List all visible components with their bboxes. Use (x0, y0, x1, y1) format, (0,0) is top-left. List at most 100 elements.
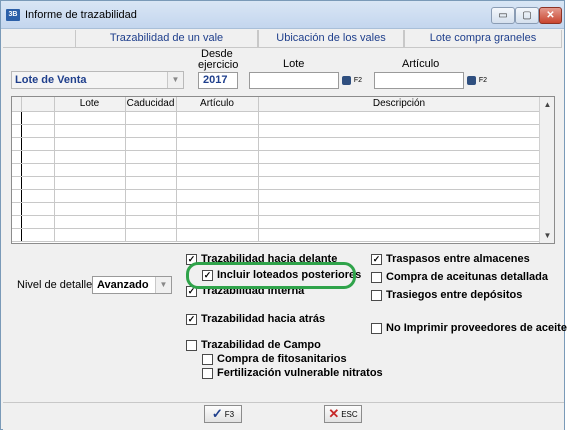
scroll-down-icon[interactable]: ▼ (540, 228, 554, 243)
table-cell[interactable] (258, 202, 541, 216)
lote-search-button[interactable]: F2 (341, 73, 363, 89)
table-cell[interactable] (54, 163, 126, 177)
tab-ubicacion-vales[interactable]: Ubicación de los vales (258, 30, 404, 48)
table-cell[interactable] (125, 111, 177, 125)
scroll-up-icon[interactable]: ▲ (540, 97, 554, 112)
table-cell[interactable] (54, 228, 126, 242)
checkbox-box[interactable] (202, 367, 213, 379)
table-row[interactable] (12, 163, 541, 177)
table-cell[interactable] (176, 189, 259, 203)
tab-trazabilidad-vale[interactable]: Trazabilidad de un vale (75, 30, 258, 48)
accept-button[interactable]: ✓ F3 (204, 405, 242, 423)
table-cell[interactable] (21, 189, 55, 203)
chevron-down-icon[interactable]: ▼ (155, 277, 171, 293)
checkbox-box[interactable] (202, 353, 213, 365)
chevron-down-icon[interactable]: ▼ (167, 72, 183, 88)
articulo-search-button[interactable]: F2 (466, 73, 488, 89)
table-cell[interactable] (258, 124, 541, 138)
table-cell[interactable] (258, 176, 541, 190)
table-cell[interactable] (54, 215, 126, 229)
table-cell[interactable] (125, 189, 177, 203)
table-cell[interactable] (258, 189, 541, 203)
lote-input[interactable] (249, 72, 339, 89)
table-cell[interactable] (21, 163, 55, 177)
table-cell[interactable] (176, 137, 259, 151)
table-cell[interactable] (21, 215, 55, 229)
row-header[interactable] (12, 176, 22, 190)
grid-scrollbar[interactable]: ▲ ▼ (539, 97, 554, 243)
table-cell[interactable] (176, 150, 259, 164)
row-header[interactable] (12, 137, 22, 151)
checkbox-fitosanitarios[interactable]: Compra de fitosanitarios (202, 353, 347, 365)
row-header[interactable] (12, 111, 22, 125)
table-row[interactable] (12, 176, 541, 190)
table-cell[interactable] (125, 163, 177, 177)
close-icon[interactable]: ✕ (539, 7, 562, 24)
detail-select[interactable]: Avanzado ▼ (92, 276, 172, 294)
table-cell[interactable] (258, 111, 541, 125)
table-cell[interactable] (54, 189, 126, 203)
table-cell[interactable] (54, 150, 126, 164)
column-header-lote[interactable]: Lote (54, 97, 126, 112)
checkbox-trazabilidad-atras[interactable]: ✓ Trazabilidad hacia atrás (186, 313, 325, 325)
minimize-icon[interactable]: ▭ (491, 7, 515, 24)
table-cell[interactable] (258, 137, 541, 151)
checkbox-no-imprimir[interactable]: No Imprimir proveedores de aceite (371, 322, 567, 334)
checkbox-box[interactable] (371, 289, 382, 301)
checkbox-box[interactable]: ✓ (371, 253, 382, 265)
table-cell[interactable] (21, 228, 55, 242)
checkbox-fertilizacion[interactable]: Fertilización vulnerable nitratos (202, 367, 383, 379)
table-cell[interactable] (125, 215, 177, 229)
row-header[interactable] (12, 163, 22, 177)
table-row[interactable] (12, 137, 541, 151)
table-row[interactable] (12, 124, 541, 138)
checkbox-trasiegos[interactable]: Trasiegos entre depósitos (371, 289, 522, 301)
table-cell[interactable] (125, 228, 177, 242)
escape-button[interactable]: ✕ ESC (324, 405, 362, 423)
row-header[interactable] (12, 150, 22, 164)
table-cell[interactable] (176, 215, 259, 229)
table-row[interactable] (12, 202, 541, 216)
table-cell[interactable] (21, 176, 55, 190)
column-header-descripcion[interactable]: Descripción (258, 97, 541, 112)
articulo-input[interactable] (374, 72, 464, 89)
table-cell[interactable] (125, 176, 177, 190)
table-cell[interactable] (258, 215, 541, 229)
table-cell[interactable] (21, 111, 55, 125)
column-header-articulo[interactable]: Artículo (176, 97, 259, 112)
table-cell[interactable] (54, 202, 126, 216)
tab-lote-compra-graneles[interactable]: Lote compra graneles (404, 30, 562, 48)
table-cell[interactable] (258, 228, 541, 242)
table-cell[interactable] (176, 163, 259, 177)
table-cell[interactable] (258, 150, 541, 164)
table-row[interactable] (12, 215, 541, 229)
table-cell[interactable] (54, 137, 126, 151)
column-header-caducidad[interactable]: Caducidad (125, 97, 177, 112)
table-cell[interactable] (21, 150, 55, 164)
table-cell[interactable] (176, 202, 259, 216)
checkbox-box[interactable]: ✓ (186, 313, 197, 325)
table-cell[interactable] (54, 124, 126, 138)
table-cell[interactable] (54, 111, 126, 125)
table-cell[interactable] (125, 202, 177, 216)
checkbox-trazabilidad-campo[interactable]: Trazabilidad de Campo (186, 339, 321, 351)
maximize-icon[interactable]: ▢ (515, 7, 539, 24)
table-row[interactable] (12, 111, 541, 125)
checkbox-compra-aceitunas[interactable]: Compra de aceitunas detallada (371, 271, 548, 283)
table-cell[interactable] (21, 137, 55, 151)
type-combo[interactable]: Lote de Venta ▼ (11, 71, 184, 89)
checkbox-box[interactable] (371, 271, 382, 283)
table-cell[interactable] (258, 163, 541, 177)
table-row[interactable] (12, 228, 541, 242)
row-header[interactable] (12, 228, 22, 242)
row-header[interactable] (12, 189, 22, 203)
row-header[interactable] (12, 124, 22, 138)
table-cell[interactable] (176, 228, 259, 242)
checkbox-box[interactable] (371, 322, 382, 334)
checkbox-box[interactable] (186, 339, 197, 351)
table-cell[interactable] (21, 202, 55, 216)
row-header[interactable] (12, 202, 22, 216)
table-cell[interactable] (176, 124, 259, 138)
table-cell[interactable] (21, 124, 55, 138)
table-cell[interactable] (125, 150, 177, 164)
